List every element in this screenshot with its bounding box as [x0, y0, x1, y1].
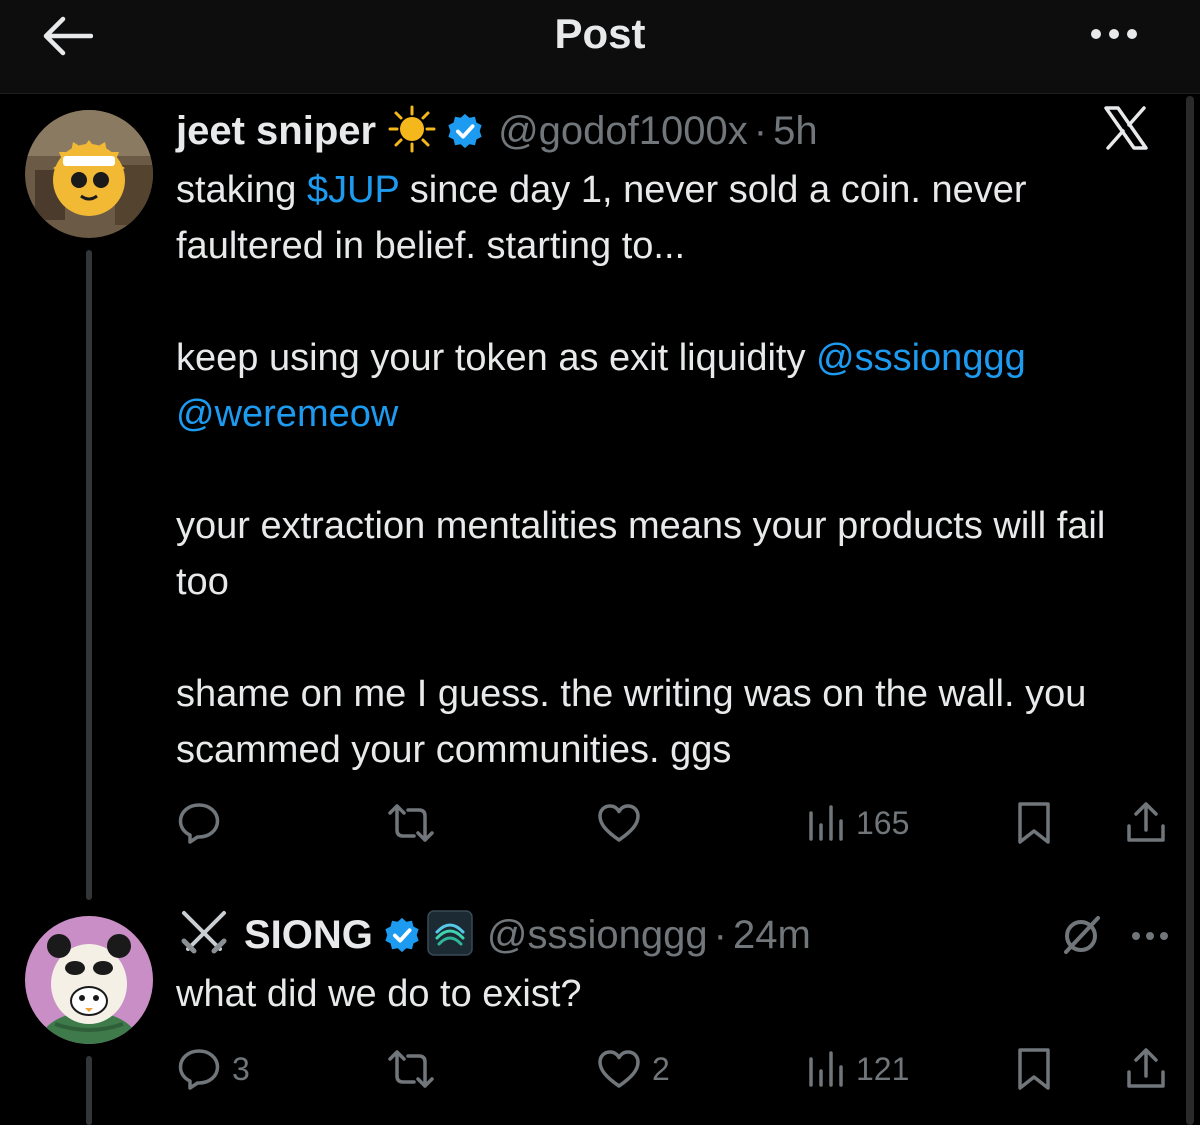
reply-icon [178, 1049, 220, 1090]
share-button[interactable] [1124, 1044, 1168, 1094]
views-button[interactable]: 121 [806, 1044, 909, 1094]
action-bar: 3 2 121 [176, 1044, 1176, 1094]
thread-line [86, 1056, 92, 1125]
heart-icon [598, 1050, 640, 1088]
reply-button[interactable]: 3 [176, 1044, 250, 1094]
display-name[interactable]: SIONG [244, 913, 373, 958]
reply-count: 3 [232, 1050, 250, 1087]
avatar[interactable] [25, 916, 153, 1044]
view-count: 121 [856, 1050, 910, 1087]
post-text: what did we do to exist? [176, 973, 582, 1015]
post-timestamp[interactable]: 24m [733, 913, 811, 958]
crossed-swords-emoji-icon [176, 909, 232, 962]
like-button[interactable]: 2 [596, 1044, 670, 1094]
like-count: 2 [652, 1050, 670, 1087]
share-icon [1127, 1048, 1165, 1088]
separator-dot: · [713, 912, 727, 957]
repost-button[interactable] [386, 1044, 446, 1094]
grok-button[interactable] [1058, 912, 1104, 958]
bookmark-icon [1018, 1048, 1050, 1090]
reply-post: SIONG @sssionggg · 24m what did we do to… [0, 0, 1200, 1125]
views-chart-icon [809, 1051, 843, 1087]
more-dots-icon [1132, 932, 1168, 940]
post-header: SIONG @sssionggg · 24m [176, 909, 811, 962]
grok-icon [1064, 916, 1100, 954]
reply-more-button[interactable] [1128, 926, 1172, 946]
repost-icon [388, 1050, 434, 1088]
bookmark-button[interactable] [1014, 1044, 1054, 1094]
verified-badge-icon[interactable] [383, 916, 421, 954]
user-handle[interactable]: @sssionggg [487, 913, 708, 958]
affiliate-badge-icon[interactable] [427, 909, 473, 961]
